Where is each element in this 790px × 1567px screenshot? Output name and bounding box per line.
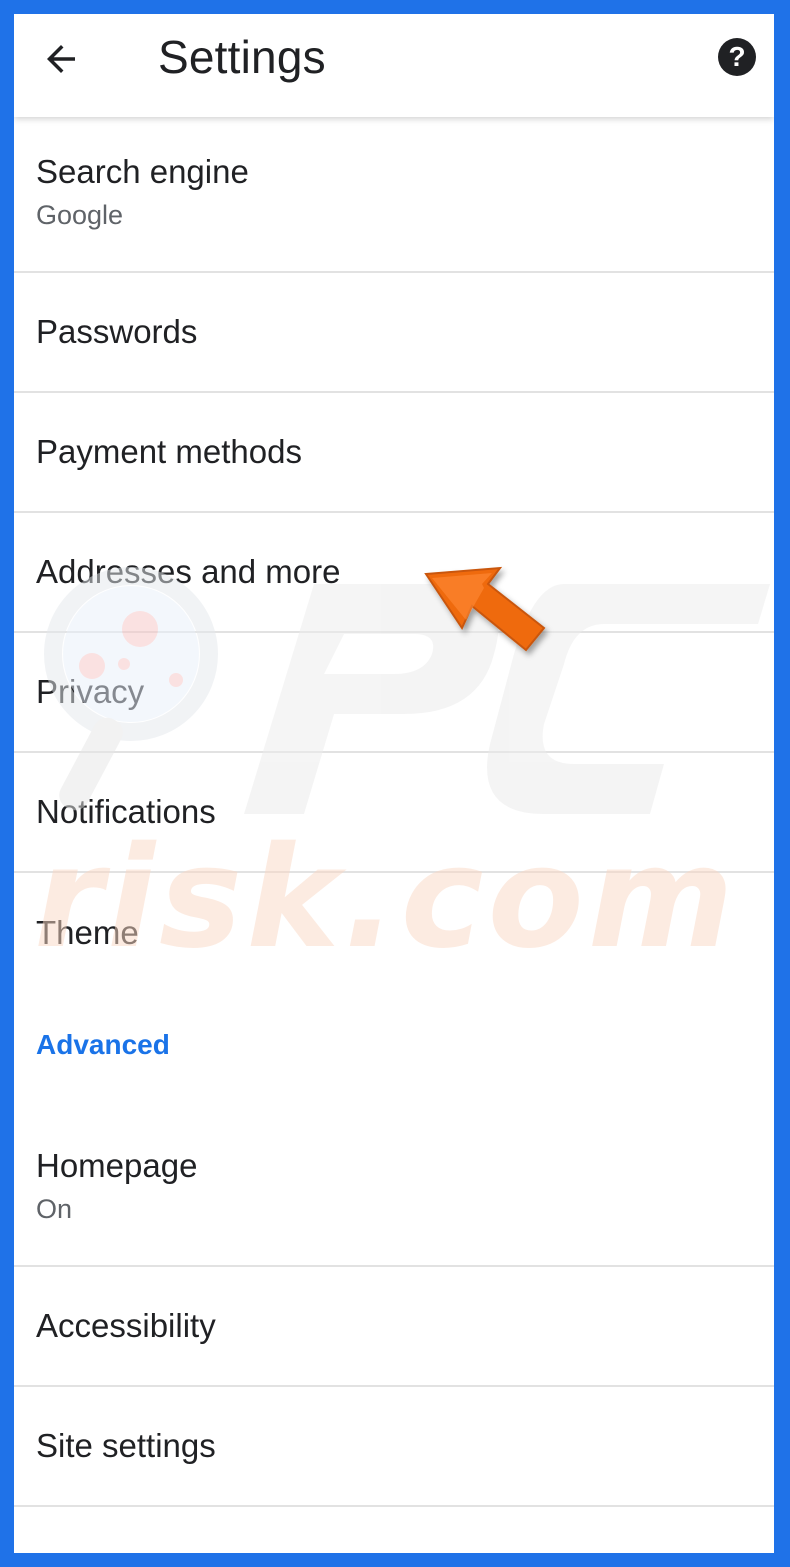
settings-item-label: Payment methods <box>36 433 302 471</box>
settings-item-search-engine[interactable]: Search engine Google <box>14 117 774 273</box>
back-button[interactable] <box>36 34 86 84</box>
page-title: Settings <box>158 31 326 83</box>
settings-item-label: Search engine <box>36 153 249 190</box>
settings-item-label: Site settings <box>36 1427 216 1465</box>
settings-item-label: Addresses and more <box>36 553 341 591</box>
app-bar: Settings ? <box>14 14 774 117</box>
section-header-advanced: Advanced <box>36 1029 170 1060</box>
settings-item-label: Accessibility <box>36 1307 216 1345</box>
settings-item-label: Privacy <box>36 673 145 711</box>
settings-item-label: Theme <box>36 914 139 952</box>
help-icon: ? <box>728 41 746 72</box>
settings-item-value: On <box>36 1193 73 1224</box>
settings-item-site-settings[interactable]: Site settings <box>14 1387 774 1507</box>
settings-list: Search engine Google Passwords Payment m… <box>14 117 774 1507</box>
settings-item-label: Notifications <box>36 793 216 831</box>
settings-item-value: Google <box>36 199 124 230</box>
settings-item-label: Homepage <box>36 1147 198 1184</box>
app-screen: Settings ? Search engine Google Password… <box>14 14 774 1553</box>
settings-item-privacy[interactable]: Privacy <box>14 633 774 753</box>
settings-item-accessibility[interactable]: Accessibility <box>14 1267 774 1387</box>
settings-item-homepage[interactable]: Homepage On <box>14 1111 774 1267</box>
settings-item-notifications[interactable]: Notifications <box>14 753 774 873</box>
settings-item-payment-methods[interactable]: Payment methods <box>14 393 774 513</box>
settings-item-addresses[interactable]: Addresses and more <box>14 513 774 633</box>
settings-item-label: Passwords <box>36 313 198 351</box>
settings-item-theme[interactable]: Theme <box>14 873 774 993</box>
help-button[interactable]: ? <box>718 38 756 76</box>
settings-item-passwords[interactable]: Passwords <box>14 273 774 393</box>
arrow-back-icon <box>47 45 75 73</box>
